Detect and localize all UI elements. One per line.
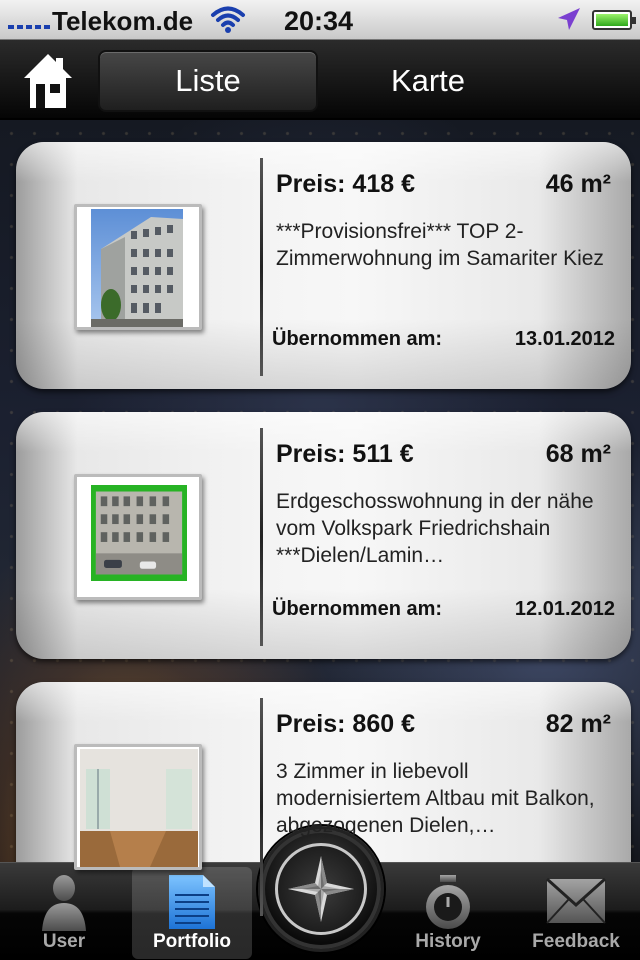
taken-label: Übernommen am: xyxy=(272,328,443,350)
view-segmented-control: Liste Karte xyxy=(98,50,538,112)
tab-label: User xyxy=(42,931,86,952)
compass-icon xyxy=(288,856,354,922)
tab-user[interactable]: User xyxy=(4,867,124,959)
compass-ring xyxy=(275,843,367,935)
listing-card[interactable]: Preis: 511 € 68 m² Erdgeschosswohnung in… xyxy=(16,412,631,659)
listing-price: Preis: 418 € xyxy=(276,170,415,198)
listing-area: 82 m² xyxy=(545,710,611,738)
tab-label: History xyxy=(415,931,481,952)
tab-portfolio[interactable]: Portfolio xyxy=(132,867,252,959)
taken-label: Übernommen am: xyxy=(272,598,443,620)
listing-price: Preis: 511 € xyxy=(276,440,414,468)
listing-thumbnail xyxy=(74,474,202,600)
listing-card[interactable]: Preis: 418 € 46 m² ***Provisionsfrei*** … xyxy=(16,142,631,389)
carrier-name: Telekom.de xyxy=(52,6,194,36)
card-divider xyxy=(260,158,263,376)
listing-area: 46 m² xyxy=(545,170,611,198)
compass-button[interactable] xyxy=(258,826,384,952)
tab-liste[interactable]: Liste xyxy=(98,50,318,112)
tab-label: Feedback xyxy=(532,931,620,952)
listing-price: Preis: 860 € xyxy=(276,710,415,738)
battery-icon xyxy=(592,10,636,30)
wifi-icon xyxy=(211,6,245,33)
navigation-bar: Liste Karte xyxy=(0,40,640,120)
envelope-icon xyxy=(545,877,607,924)
tab-label: Portfolio xyxy=(152,931,232,952)
status-bar: Telekom.de 20:34 xyxy=(0,0,640,40)
taken-date: 12.01.2012 xyxy=(514,598,615,620)
document-icon xyxy=(169,875,215,929)
listing-description: 3 Zimmer in liebevoll modernisiertem Alt… xyxy=(276,760,595,837)
building-photo xyxy=(91,485,187,581)
listing-description: ***Provisionsfrei*** TOP 2-Zimmerwohnung… xyxy=(276,220,604,270)
card-divider xyxy=(260,698,263,916)
listing-area: 68 m² xyxy=(545,440,611,468)
taken-date: 13.01.2012 xyxy=(514,328,615,350)
building-photo xyxy=(91,209,183,327)
listing-thumbnail xyxy=(74,744,202,870)
listing-thumbnail xyxy=(74,204,202,330)
signal-icon xyxy=(8,13,50,29)
user-icon xyxy=(42,875,86,931)
listing-description: Erdgeschosswohnung in der nähe vom Volks… xyxy=(276,490,594,567)
home-icon[interactable] xyxy=(22,52,74,110)
tab-feedback[interactable]: Feedback xyxy=(516,867,636,959)
room-photo xyxy=(80,749,198,867)
tab-karte[interactable]: Karte xyxy=(318,50,538,112)
tab-history[interactable]: History xyxy=(388,867,508,959)
stopwatch-icon xyxy=(426,875,470,929)
status-time: 20:34 xyxy=(284,6,354,36)
location-arrow-icon xyxy=(558,8,580,30)
card-divider xyxy=(260,428,263,646)
